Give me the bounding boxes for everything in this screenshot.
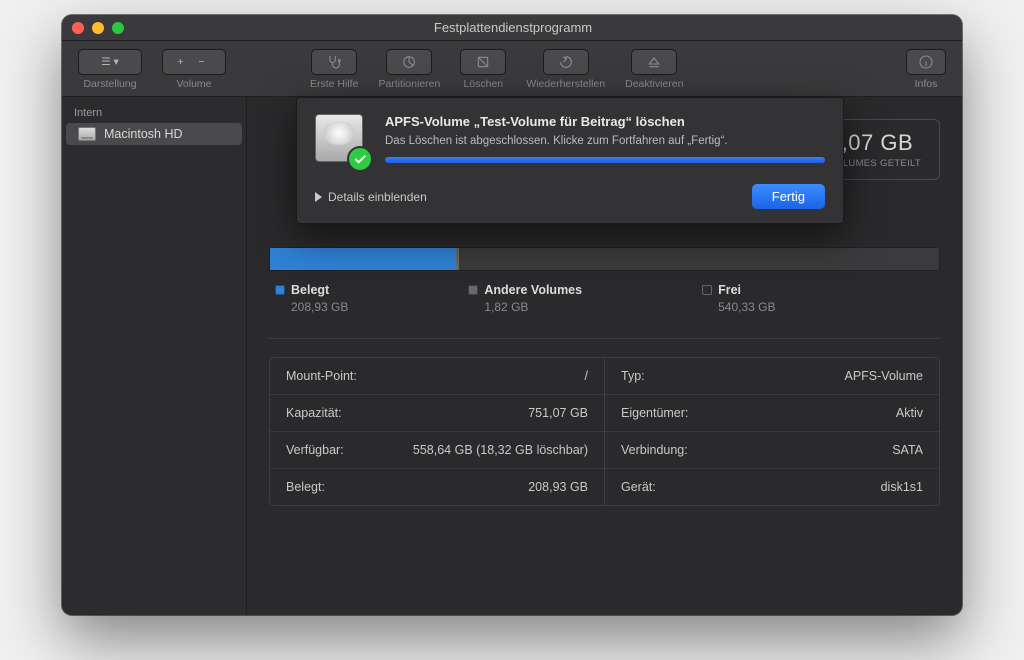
legend-free: Frei 540,33 GB (702, 283, 775, 314)
toolbar-unmount-button[interactable]: Deaktivieren (617, 47, 691, 90)
divider (269, 338, 940, 339)
sidebar-icon: ☰ ▾ (101, 56, 119, 68)
usage-bar (269, 247, 940, 271)
usage-legend: Belegt 208,93 GB Andere Volumes 1,82 GB … (269, 283, 940, 314)
dialog-message: Das Löschen ist abgeschlossen. Klicke zu… (385, 135, 825, 147)
info-table: Mount-Point:/ Kapazität:751,07 GB Verfüg… (269, 357, 940, 506)
stethoscope-icon (326, 54, 342, 70)
info-column-right: Typ:APFS-Volume Eigentümer:Aktiv Verbind… (605, 358, 939, 505)
eject-icon (646, 54, 662, 70)
plus-minus-icon: + − (177, 56, 210, 68)
erase-complete-dialog: APFS-Volume „Test-Volume für Beitrag“ lö… (296, 97, 844, 224)
legend-used: Belegt 208,93 GB (275, 283, 348, 314)
progress-fill (385, 157, 825, 163)
info-row: Kapazität:751,07 GB (270, 395, 604, 432)
disk-icon (78, 127, 96, 141)
sidebar-section-internal: Intern (62, 101, 246, 123)
dialog-drive-icon (315, 114, 371, 170)
toolbar-info-button[interactable]: Infos (898, 47, 954, 90)
usage-segment-used (270, 248, 456, 270)
toolbar-volume-buttons[interactable]: + − Volume (154, 47, 234, 90)
titlebar: Festplattendienstprogramm (62, 15, 962, 41)
disclosure-triangle-icon (315, 192, 322, 202)
restore-icon (558, 54, 574, 70)
sidebar-item-macintosh-hd[interactable]: Macintosh HD (66, 123, 242, 145)
usage-segment-other (456, 248, 459, 270)
progress-bar (385, 157, 825, 163)
swatch-hollow-icon (702, 285, 712, 295)
info-row: Eigentümer:Aktiv (605, 395, 939, 432)
erase-icon (475, 54, 491, 70)
checkmark-badge-icon (347, 146, 373, 172)
sidebar: Intern Macintosh HD (62, 97, 247, 615)
app-window: Festplattendienstprogramm ☰ ▾ Darstellun… (62, 15, 962, 615)
toolbar-restore-button[interactable]: Wiederherstellen (518, 47, 613, 90)
done-button[interactable]: Fertig (752, 184, 825, 209)
info-row: Mount-Point:/ (270, 358, 604, 395)
toolbar: ☰ ▾ Darstellung + − Volume Erste Hilfe P… (62, 41, 962, 97)
dialog-title: APFS-Volume „Test-Volume für Beitrag“ lö… (385, 114, 825, 129)
sidebar-item-label: Macintosh HD (104, 127, 183, 141)
info-column-left: Mount-Point:/ Kapazität:751,07 GB Verfüg… (270, 358, 605, 505)
toolbar-view-button[interactable]: ☰ ▾ Darstellung (70, 47, 150, 90)
swatch-grey-icon (468, 285, 478, 295)
info-row: Verfügbar:558,64 GB (18,32 GB löschbar) (270, 432, 604, 469)
info-row: Verbindung:SATA (605, 432, 939, 469)
toolbar-erase-button[interactable]: Löschen (452, 47, 514, 90)
toolbar-first-aid-button[interactable]: Erste Hilfe (302, 47, 366, 90)
info-icon (918, 54, 934, 70)
details-disclosure[interactable]: Details einblenden (315, 190, 427, 204)
legend-other: Andere Volumes 1,82 GB (468, 283, 582, 314)
window-title: Festplattendienstprogramm (74, 20, 952, 35)
info-row: Belegt:208,93 GB (270, 469, 604, 505)
swatch-blue-icon (275, 285, 285, 295)
info-row: Typ:APFS-Volume (605, 358, 939, 395)
pie-icon (401, 54, 417, 70)
info-row: Gerät:disk1s1 (605, 469, 939, 505)
toolbar-partition-button[interactable]: Partitionieren (370, 47, 448, 90)
